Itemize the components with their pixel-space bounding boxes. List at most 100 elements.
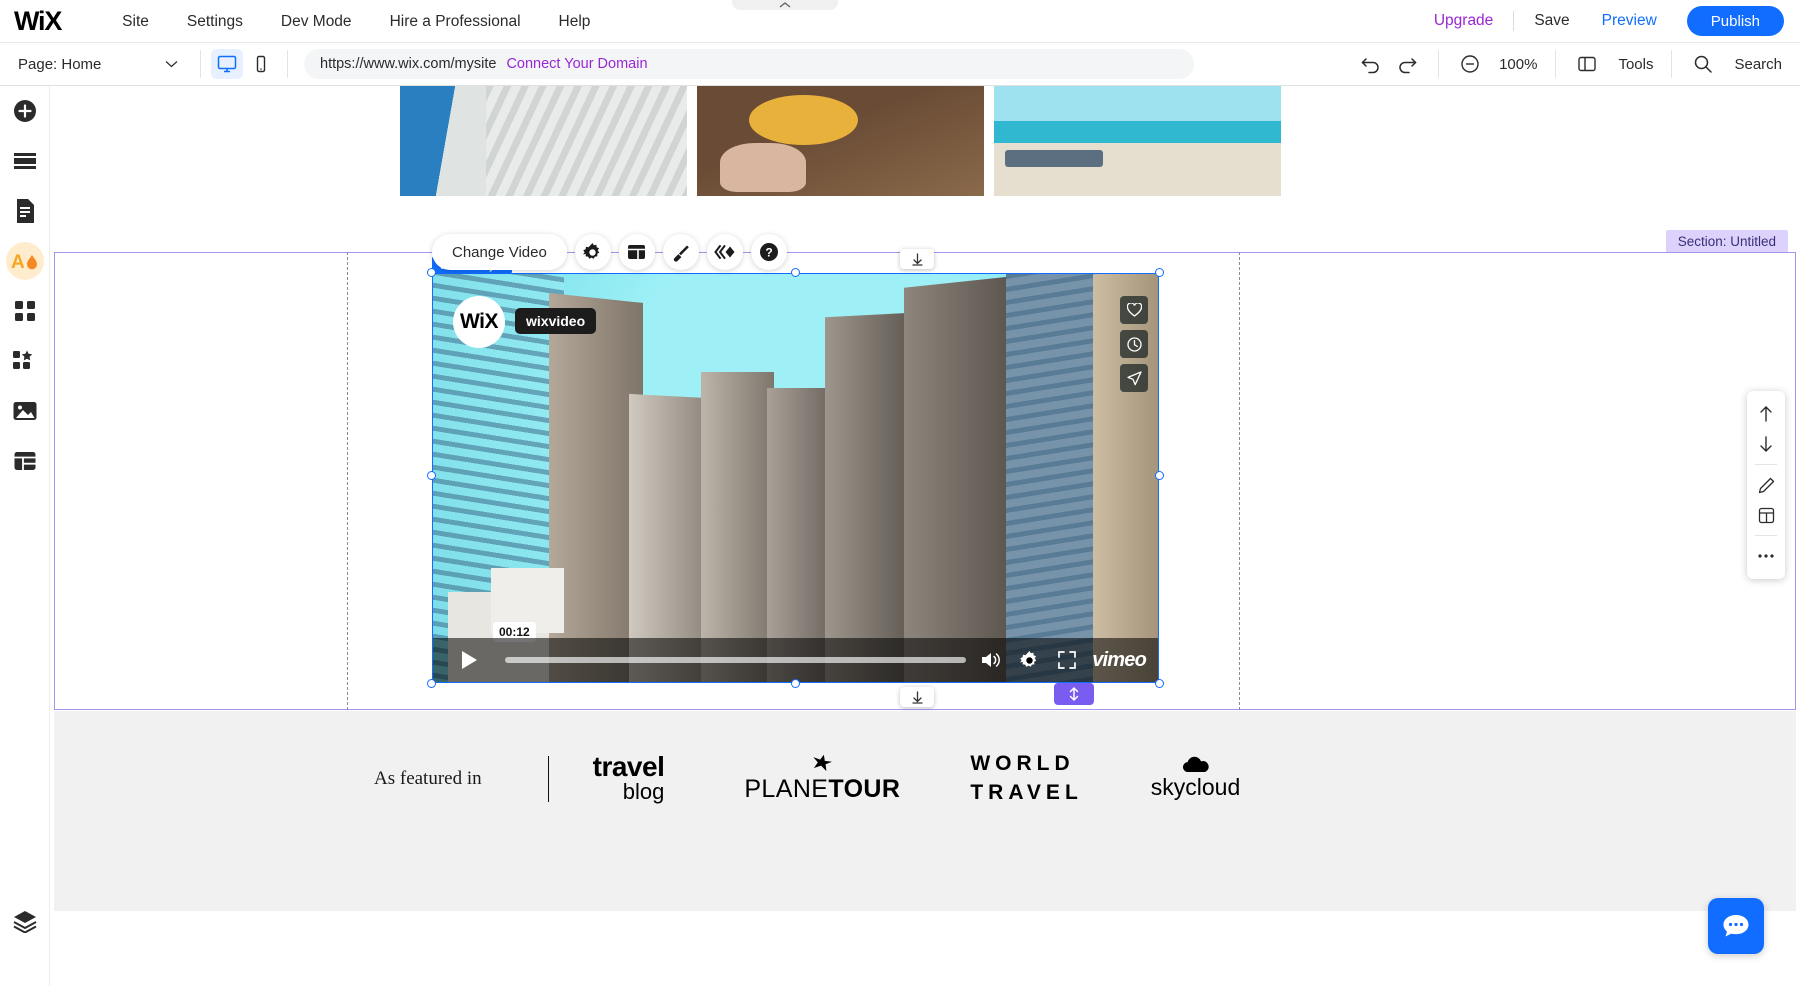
video-animation-button[interactable] (707, 234, 743, 270)
featured-logos-row: As featured in travel blog PLANETOUR WOR… (54, 711, 1796, 846)
connect-domain-link[interactable]: Connect Your Domain (506, 56, 647, 72)
resize-handle-tr[interactable] (1155, 268, 1164, 277)
divider (1755, 535, 1777, 536)
move-up-button[interactable] (1749, 399, 1783, 429)
page-selector[interactable]: Page: Home (0, 43, 200, 86)
zoom-out-icon[interactable] (1457, 51, 1483, 77)
drag-handle-top[interactable] (900, 249, 934, 269)
collapse-handle[interactable] (732, 0, 838, 10)
share-icon (1127, 371, 1142, 386)
resize-handle-ml[interactable] (427, 471, 436, 480)
layout-guide-right (1239, 252, 1240, 710)
device-switcher (201, 49, 287, 79)
save-button[interactable]: Save (1518, 12, 1585, 30)
logo-travel-blog-line1: travel (593, 754, 665, 781)
preview-button[interactable]: Preview (1586, 12, 1673, 30)
undo-icon[interactable] (1358, 51, 1384, 77)
resize-handle-tc[interactable] (791, 268, 800, 277)
drag-handle-bottom[interactable] (900, 687, 934, 707)
page-top-strip (50, 86, 1800, 276)
sidebar-item-apps[interactable] (0, 286, 50, 336)
featured-in-section: As featured in travel blog PLANETOUR WOR… (54, 711, 1796, 911)
gallery-image-2[interactable] (697, 86, 984, 196)
heart-icon (1127, 303, 1142, 317)
change-video-button[interactable]: Change Video (432, 234, 567, 270)
pencil-icon (1758, 477, 1775, 494)
edit-button[interactable] (1749, 470, 1783, 500)
logo-skycloud: skycloud (1151, 756, 1240, 801)
resize-handle-mr[interactable] (1155, 471, 1164, 480)
video-like-button[interactable] (1120, 296, 1148, 324)
menu-help[interactable]: Help (540, 0, 610, 43)
cloud-icon (1179, 756, 1213, 774)
vimeo-watermark: vimeo (1092, 649, 1146, 672)
video-play-button[interactable] (445, 638, 493, 682)
svg-text:A: A (11, 252, 25, 273)
publish-button[interactable]: Publish (1687, 6, 1784, 36)
desktop-view-button[interactable] (211, 49, 243, 79)
logo-planetour: PLANETOUR (744, 753, 900, 804)
top-menu-bar: WiX Site Settings Dev Mode Hire a Profes… (0, 0, 1800, 43)
ellipsis-icon (1757, 553, 1775, 559)
sidebar-item-app-market[interactable] (0, 336, 50, 386)
video-share-button[interactable] (1120, 364, 1148, 392)
video-progress-scrubber[interactable] (505, 657, 966, 663)
resize-handle-br[interactable] (1155, 679, 1164, 688)
chevron-down-icon (165, 60, 178, 68)
sidebar-item-layers[interactable] (0, 896, 50, 946)
video-side-actions (1120, 296, 1148, 392)
mobile-view-button[interactable] (245, 49, 277, 79)
resize-handle-bc[interactable] (791, 679, 800, 688)
duplicate-section-button[interactable] (1749, 500, 1783, 530)
logo-travel-blog-line2: blog (593, 781, 665, 803)
arrow-down-icon (911, 691, 924, 704)
sidebar-item-sections[interactable] (0, 136, 50, 186)
video-layout-button[interactable] (619, 234, 655, 270)
video-settings-gear[interactable] (1016, 647, 1042, 673)
editor-toolbar: Page: Home https://www.wix.com/mysite Co… (0, 43, 1800, 86)
video-player-element[interactable]: Video Player WiX wixvideo (432, 273, 1159, 683)
video-settings-button[interactable] (575, 234, 611, 270)
undo-redo-group (1340, 43, 1438, 86)
menu-settings[interactable]: Settings (168, 0, 262, 43)
animation-icon (714, 244, 735, 260)
video-fullscreen-button[interactable] (1054, 647, 1080, 673)
video-volume-button[interactable] (978, 647, 1004, 673)
chat-widget-button[interactable] (1708, 898, 1764, 954)
wix-logo[interactable]: WiX (14, 6, 61, 37)
divider (1513, 11, 1514, 31)
fullscreen-icon (1058, 651, 1076, 669)
video-player-frame[interactable]: WiX wixvideo 00:12 (432, 273, 1159, 683)
zoom-group[interactable]: 100% (1439, 43, 1555, 86)
divider (548, 756, 549, 802)
more-options-button[interactable] (1749, 541, 1783, 571)
search-button[interactable]: Search (1672, 43, 1800, 86)
sidebar-item-media[interactable] (0, 386, 50, 436)
tools-button[interactable]: Tools (1556, 43, 1671, 86)
top-actions: Upgrade Save Preview Publish (1418, 6, 1800, 36)
move-down-button[interactable] (1749, 429, 1783, 459)
video-brand-tag: wixvideo (515, 308, 596, 334)
resize-handle-bl[interactable] (427, 679, 436, 688)
svg-text:?: ? (765, 246, 772, 260)
menu-site[interactable]: Site (103, 0, 168, 43)
video-design-button[interactable] (663, 234, 699, 270)
add-section-button[interactable] (1054, 683, 1094, 705)
zoom-level: 100% (1499, 56, 1537, 73)
menu-dev-mode[interactable]: Dev Mode (262, 0, 371, 43)
sidebar-item-content[interactable] (0, 436, 50, 486)
gallery-image-3[interactable] (994, 86, 1281, 196)
video-help-button[interactable]: ? (751, 234, 787, 270)
gallery-image-1[interactable] (400, 86, 687, 196)
video-watch-later-button[interactable] (1120, 330, 1148, 358)
menu-hire-a-professional[interactable]: Hire a Professional (371, 0, 540, 43)
upgrade-link[interactable]: Upgrade (1418, 12, 1509, 30)
layout-guide-left (347, 252, 348, 710)
video-controls-bar: vimeo (433, 638, 1158, 682)
section-float-panel (1747, 391, 1785, 579)
sidebar-item-theme[interactable]: A (0, 236, 50, 286)
redo-icon[interactable] (1394, 51, 1420, 77)
sidebar-item-add[interactable] (0, 86, 50, 136)
site-url-bar[interactable]: https://www.wix.com/mysite Connect Your … (304, 49, 1194, 79)
sidebar-item-pages[interactable] (0, 186, 50, 236)
